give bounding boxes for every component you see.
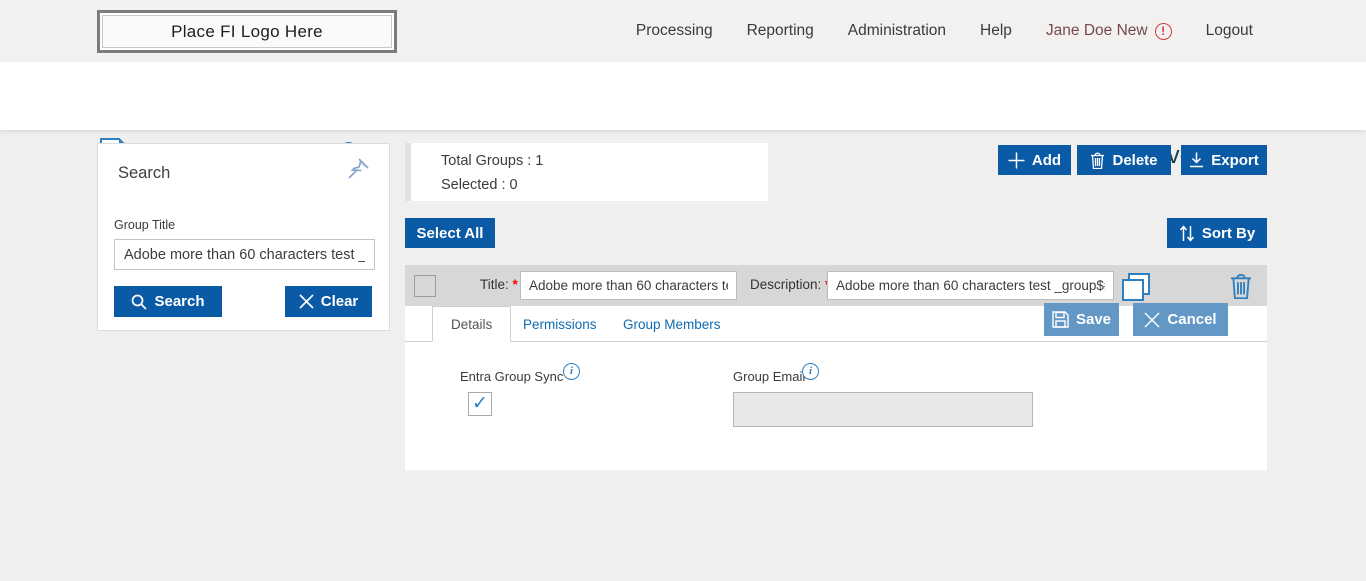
nav-logout[interactable]: Logout [1206, 22, 1253, 40]
add-button[interactable]: Add [998, 145, 1071, 175]
top-header-bar: Place FI Logo Here Processing Reporting … [0, 0, 1366, 62]
delete-button[interactable]: Delete [1077, 145, 1171, 175]
group-row-header: Title: * Description: * [405, 265, 1267, 306]
alert-icon: ! [1155, 23, 1172, 40]
description-label: Description: * [750, 277, 830, 292]
fi-logo-text: Place FI Logo Here [171, 22, 323, 42]
trash-icon [1090, 152, 1105, 169]
group-description-field[interactable] [827, 271, 1114, 300]
search-button[interactable]: Search [114, 286, 222, 317]
download-icon [1189, 152, 1204, 168]
group-email-input [733, 392, 1033, 427]
clear-button[interactable]: Clear [285, 286, 372, 317]
nav-help[interactable]: Help [980, 22, 1012, 40]
tab-details[interactable]: Details [432, 306, 511, 342]
group-row-checkbox[interactable] [414, 275, 436, 297]
pin-icon[interactable] [345, 156, 371, 182]
page: Place FI Logo Here Processing Reporting … [0, 0, 1366, 581]
fi-logo-placeholder[interactable]: Place FI Logo Here [97, 10, 397, 53]
group-editor-card: Title: * Description: * Details Permissi… [405, 265, 1267, 470]
entra-info-icon[interactable]: i [563, 363, 580, 380]
tab-permissions[interactable]: Permissions [505, 306, 615, 342]
row-trash-icon[interactable] [1229, 273, 1253, 299]
copy-icon[interactable] [1121, 272, 1151, 302]
tabs-bar: Details Permissions Group Members Save [405, 306, 1267, 342]
select-all-button[interactable]: Select All [405, 218, 495, 248]
summary-panel: Total Groups : 1 Selected : 0 [411, 143, 768, 201]
search-icon [131, 294, 147, 310]
sort-by-button[interactable]: Sort By [1167, 218, 1267, 248]
close-icon [299, 294, 314, 309]
tab-group-members[interactable]: Group Members [605, 306, 739, 342]
required-asterisk: * [513, 277, 518, 292]
close-icon [1144, 312, 1160, 328]
entra-group-sync-label: Entra Group Sync [460, 369, 563, 384]
title-label: Title: * [480, 277, 518, 292]
group-title-field[interactable] [520, 271, 737, 300]
sub-header-bar: Group Maintenance i Kinective Sign [0, 62, 1366, 130]
group-email-label: Group Email [733, 369, 805, 384]
export-button[interactable]: Export [1181, 145, 1267, 175]
sort-icon [1179, 225, 1195, 242]
cancel-button[interactable]: Cancel [1133, 303, 1228, 336]
save-button[interactable]: Save [1044, 303, 1119, 336]
nav-administration[interactable]: Administration [848, 22, 946, 40]
user-name: Jane Doe New [1046, 22, 1148, 40]
total-groups-count: Total Groups : 1 [441, 153, 543, 169]
nav-reporting[interactable]: Reporting [747, 22, 814, 40]
search-panel-title: Search [118, 164, 170, 183]
top-navigation: Processing Reporting Administration Help… [636, 0, 1253, 62]
nav-processing[interactable]: Processing [636, 22, 713, 40]
save-icon [1052, 311, 1069, 328]
selected-count: Selected : 0 [441, 177, 518, 193]
group-title-label: Group Title [114, 218, 175, 232]
entra-group-sync-checkbox[interactable]: ✓ [468, 392, 492, 416]
plus-icon [1008, 152, 1025, 169]
group-email-info-icon[interactable]: i [802, 363, 819, 380]
nav-user-menu[interactable]: Jane Doe New ! [1046, 22, 1172, 40]
search-panel: Search Group Title Search Clear [97, 143, 390, 331]
group-title-input[interactable] [114, 239, 375, 270]
